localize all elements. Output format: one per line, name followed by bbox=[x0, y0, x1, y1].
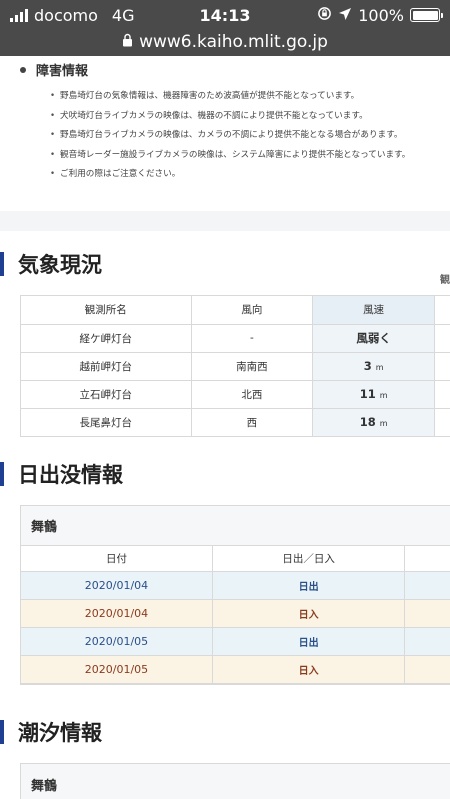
column-header: 日出／日入 bbox=[211, 545, 406, 573]
weather-section: 気象現況 観 観測所名 風向 風速 経ケ岬灯台 - 風弱く 越前岬灯台 南南西 … bbox=[0, 251, 450, 437]
wind-speed: 風弱く bbox=[312, 323, 436, 353]
wind-direction: 南南西 bbox=[190, 351, 314, 381]
column-header: 日付 bbox=[21, 545, 213, 573]
table-header-row: 日付 日出／日入 bbox=[21, 545, 450, 573]
notice-title: 障害情報 bbox=[36, 64, 89, 79]
date-cell: 2020/01/04 bbox=[21, 571, 213, 601]
notice-item: ご利用の際はご注意ください。 bbox=[50, 165, 432, 185]
wind-direction: 北西 bbox=[190, 379, 314, 409]
weather-table: 観測所名 風向 風速 経ケ岬灯台 - 風弱く 越前岬灯台 南南西 3m 立石岬灯… bbox=[20, 294, 450, 437]
wind-speed: 3m bbox=[312, 351, 436, 381]
section-divider bbox=[0, 210, 450, 231]
section-title-tide: 潮汐情報 bbox=[0, 719, 450, 745]
sun-card: 舞鶴 日付 日出／日入 2020/01/04 日出 2020/01/04 日入 … bbox=[20, 504, 450, 686]
section-title-weather: 気象現況 観 bbox=[0, 251, 450, 286]
station-name: 越前岬灯台 bbox=[20, 351, 192, 381]
battery-icon bbox=[410, 8, 443, 22]
notice-item: 野島埼灯台の気象情報は、機器障害のため波高値が提供不能となっています。 bbox=[50, 87, 432, 107]
section-title-sun: 日出没情報 bbox=[0, 461, 450, 487]
table-row: 越前岬灯台 南南西 3m bbox=[20, 351, 450, 381]
card-location: 舞鶴 bbox=[21, 764, 450, 799]
table-row: 経ケ岬灯台 - 風弱く bbox=[20, 323, 450, 353]
column-header: 風速 bbox=[312, 294, 436, 325]
column-header: 観測所名 bbox=[20, 294, 192, 325]
table-row: 長尾鼻灯台 西 18 m bbox=[20, 407, 450, 437]
card-location: 舞鶴 bbox=[21, 505, 450, 546]
table-row: 立石岬灯台 北西 11 m bbox=[20, 379, 450, 409]
station-name: 立石岬灯台 bbox=[20, 379, 192, 409]
sun-section: 日出没情報 舞鶴 日付 日出／日入 2020/01/04 日出 2020/01/… bbox=[0, 461, 450, 686]
table-header-row: 観測所名 風向 風速 bbox=[20, 294, 450, 325]
clock: 14:13 bbox=[199, 6, 251, 25]
notice-item: 野島埼灯台ライブカメラの映像は、カメラの不調により提供不能となる場合があります。 bbox=[50, 126, 432, 146]
status-bar: docomo 4G 14:13 100% bbox=[0, 0, 450, 30]
wind-direction: 西 bbox=[190, 407, 314, 437]
bullet-icon bbox=[20, 66, 26, 73]
lock-icon bbox=[122, 32, 133, 52]
event-cell: 日入 bbox=[211, 599, 406, 629]
date-cell: 2020/01/05 bbox=[21, 627, 213, 657]
station-name: 長尾鼻灯台 bbox=[20, 407, 192, 437]
event-cell: 日出 bbox=[211, 571, 406, 601]
event-cell: 日出 bbox=[211, 627, 406, 657]
notice-item: 観音埼レーダー施設ライブカメラの映像は、システム障害により提供不能となっています… bbox=[50, 146, 432, 166]
tide-section: 潮汐情報 舞鶴 bbox=[0, 719, 450, 799]
wind-speed: 11 m bbox=[312, 379, 436, 409]
browser-chrome: docomo 4G 14:13 100% www6.kaiho.mlit.go.… bbox=[0, 0, 450, 56]
notice-item: 犬吠埼灯台ライブカメラの映像は、機器の不調により提供不能となっています。 bbox=[50, 107, 432, 127]
sun-table: 日付 日出／日入 2020/01/04 日出 2020/01/04 日入 202… bbox=[21, 545, 450, 685]
table-row: 2020/01/04 日出 bbox=[21, 571, 450, 601]
table-row: 2020/01/05 日出 bbox=[21, 627, 450, 657]
url-text[interactable]: www6.kaiho.mlit.go.jp bbox=[139, 32, 328, 52]
column-header: 風向 bbox=[190, 294, 314, 325]
tide-card: 舞鶴 bbox=[20, 763, 450, 799]
notice-list: 野島埼灯台の気象情報は、機器障害のため波高値が提供不能となっています。 犬吠埼灯… bbox=[20, 87, 432, 185]
table-row: 2020/01/05 日入 bbox=[21, 655, 450, 685]
url-bar[interactable]: www6.kaiho.mlit.go.jp bbox=[0, 30, 450, 54]
station-name: 経ケ岬灯台 bbox=[20, 323, 192, 353]
wind-direction: - bbox=[190, 323, 314, 353]
event-cell: 日入 bbox=[211, 655, 406, 685]
truncated-label: 観 bbox=[440, 274, 450, 286]
outage-notice: 障害情報 野島埼灯台の気象情報は、機器障害のため波高値が提供不能となっています。… bbox=[0, 56, 450, 211]
date-cell: 2020/01/04 bbox=[21, 599, 213, 629]
table-row: 2020/01/04 日入 bbox=[21, 599, 450, 629]
date-cell: 2020/01/05 bbox=[21, 655, 213, 685]
wind-speed: 18 m bbox=[312, 407, 436, 437]
notice-header: 障害情報 bbox=[20, 60, 432, 79]
